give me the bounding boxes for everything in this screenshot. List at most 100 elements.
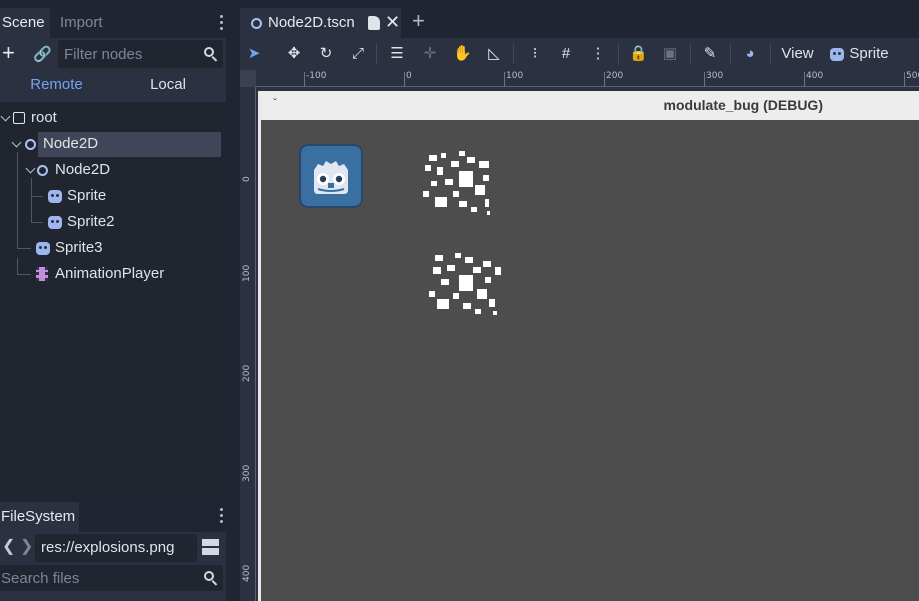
remote-button[interactable]: Remote xyxy=(0,72,113,98)
game-window-title: modulate_bug (DEBUG) xyxy=(663,97,823,113)
godot-logo-sprite xyxy=(299,144,363,208)
toolbar-separator xyxy=(690,44,691,64)
add-node-icon[interactable]: + xyxy=(2,42,18,64)
node2d-icon xyxy=(25,139,36,150)
tree-item-node2d[interactable]: Node2D xyxy=(0,132,220,156)
back-icon[interactable]: ❮ xyxy=(2,536,15,556)
ruler-label: 500 xyxy=(906,71,919,81)
chevron-down-icon[interactable] xyxy=(11,137,22,148)
path-field[interactable]: res://explosions.png xyxy=(35,534,197,562)
ruler-label: 200 xyxy=(242,364,252,382)
tree-item-label: Sprite xyxy=(67,187,107,204)
tab-filesystem[interactable]: FileSystem xyxy=(0,502,79,532)
ruler-tick xyxy=(704,72,705,87)
grid-snap-icon[interactable]: # xyxy=(557,44,575,64)
group-icon[interactable]: ▣ xyxy=(661,44,679,64)
ruler-label: 300 xyxy=(706,71,724,81)
node2d-icon xyxy=(37,165,48,176)
explosion-sprite xyxy=(429,253,509,319)
smart-snap-icon[interactable]: ⁝ xyxy=(526,44,544,64)
search-icon xyxy=(204,571,218,586)
new-tab-icon[interactable]: + xyxy=(412,8,425,34)
ruler-label: 300 xyxy=(242,464,252,482)
scene-tab[interactable]: Node2D.tscn ✕ xyxy=(240,8,401,38)
game-window-titlebar[interactable]: ˇ modulate_bug (DEBUG) xyxy=(261,91,919,120)
tab-import[interactable]: Import xyxy=(58,8,105,38)
scene-tab-label: Node2D.tscn xyxy=(268,14,355,31)
vertical-ruler: 0 100 200 300 400 xyxy=(240,87,256,601)
explosion-sprite xyxy=(423,151,503,217)
ruler-label: 0 xyxy=(242,176,252,182)
animation-player-icon xyxy=(36,267,48,281)
tree-item-root[interactable]: root xyxy=(0,106,220,130)
toolbar-separator xyxy=(770,44,771,64)
tree-item-node2d-child[interactable]: Node2D xyxy=(0,158,220,182)
tree-item-sprite3[interactable]: Sprite3 xyxy=(0,236,220,260)
ruler-label: 100 xyxy=(506,71,524,81)
bone-icon[interactable]: ✎ xyxy=(701,44,719,64)
tree-item-label: Sprite3 xyxy=(55,239,103,256)
toolbar-separator xyxy=(513,44,514,64)
filter-nodes-field xyxy=(58,40,223,68)
scale-tool-icon[interactable]: ⤢ xyxy=(349,44,367,64)
ruler-label: 200 xyxy=(606,71,624,81)
list-select-icon[interactable]: ☰ xyxy=(388,44,406,64)
split-icon[interactable] xyxy=(202,539,219,555)
pan-icon[interactable]: ✋ xyxy=(453,44,472,64)
camera-icon[interactable]: ◕ xyxy=(741,44,759,64)
move-tool-icon[interactable]: ✥ xyxy=(285,44,303,64)
horizontal-ruler: -100 0 100 200 300 400 500 xyxy=(256,70,919,87)
node-icon xyxy=(13,112,25,124)
script-icon[interactable] xyxy=(368,16,380,30)
chevron-down-icon[interactable] xyxy=(0,111,11,122)
tree-item-animationplayer[interactable]: AnimationPlayer xyxy=(0,262,220,286)
scene-dock-tabbar: Scene Import xyxy=(0,8,232,38)
node2d-icon xyxy=(251,18,262,29)
view-menu[interactable]: View xyxy=(780,44,815,64)
ruler-label: 400 xyxy=(242,564,252,582)
ruler-tick xyxy=(404,72,405,87)
ruler-icon[interactable]: ◺ xyxy=(485,44,503,64)
link-icon[interactable]: 🔗 xyxy=(33,45,52,63)
lock-icon[interactable]: 🔒 xyxy=(629,44,648,64)
ruler-tick xyxy=(604,72,605,87)
tree-item-label: root xyxy=(31,109,57,126)
sprite-icon xyxy=(48,216,62,229)
filesystem-menu-icon[interactable] xyxy=(220,508,224,524)
tree-item-sprite2[interactable]: Sprite2 xyxy=(0,210,220,234)
search-files-input[interactable] xyxy=(1,565,191,591)
dock-menu-icon[interactable] xyxy=(220,15,224,31)
sprite-menu[interactable]: Sprite xyxy=(847,44,891,64)
godot-editor: Scene Import + 🔗 Remote Local root Node2… xyxy=(0,0,919,601)
ruler-label: -100 xyxy=(306,71,327,81)
select-tool-icon[interactable]: ➤ xyxy=(246,44,262,64)
sprite-icon xyxy=(36,242,50,255)
filter-nodes-input[interactable] xyxy=(64,40,200,68)
tree-item-label: Node2D xyxy=(43,135,99,152)
ruler-label: 0 xyxy=(406,71,412,81)
ruler-label: 400 xyxy=(806,71,824,81)
rotate-tool-icon[interactable]: ↻ xyxy=(317,44,335,64)
close-icon[interactable]: ✕ xyxy=(385,12,400,33)
search-icon xyxy=(204,47,218,62)
tree-item-label: Node2D xyxy=(55,161,111,178)
toolbar-separator xyxy=(376,44,377,64)
more-icon[interactable]: ⋮ xyxy=(590,44,606,64)
toolbar-separator xyxy=(618,44,619,64)
ruler-tick xyxy=(304,72,305,87)
game-window[interactable]: ˇ modulate_bug (DEBUG) xyxy=(258,91,919,601)
forward-icon[interactable]: ❯ xyxy=(20,536,33,556)
tree-item-sprite[interactable]: Sprite xyxy=(0,184,220,208)
ruler-tick xyxy=(804,72,805,87)
chevron-down-icon[interactable] xyxy=(25,163,36,174)
ruler-tick xyxy=(904,72,905,87)
tab-scene[interactable]: Scene xyxy=(0,8,50,38)
search-files-field xyxy=(0,565,223,591)
ruler-corner xyxy=(240,70,256,87)
tree-item-label: AnimationPlayer xyxy=(55,265,165,282)
local-button[interactable]: Local xyxy=(113,72,223,98)
pivot-icon[interactable]: ✛ xyxy=(421,44,439,64)
sprite-icon xyxy=(830,48,844,61)
canvas-toolbar xyxy=(240,38,919,70)
toolbar-separator xyxy=(730,44,731,64)
